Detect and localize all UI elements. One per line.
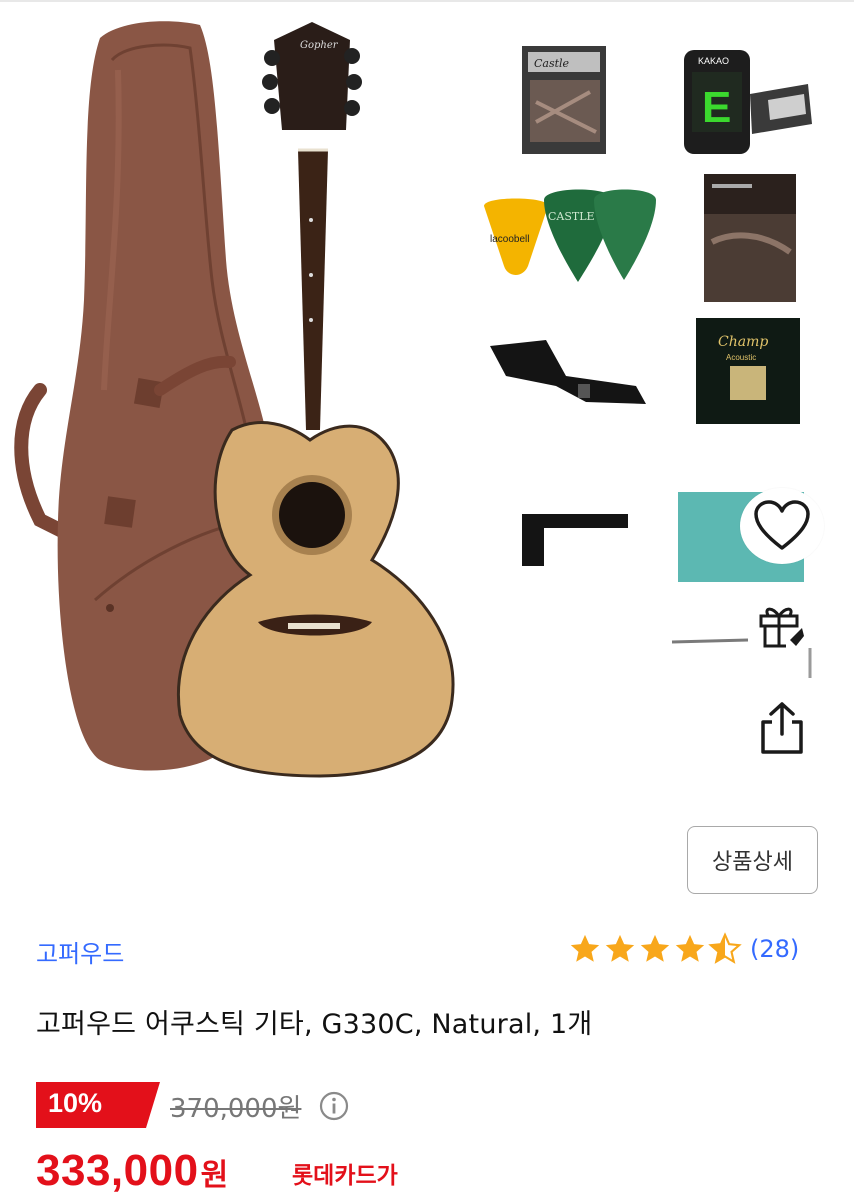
discount-rate: 10% — [48, 1088, 103, 1118]
share-icon — [761, 702, 803, 754]
strings-pack-label: Castle — [534, 57, 570, 70]
info-icon[interactable] — [318, 1090, 350, 1122]
guitar-image: Gopher — [177, 22, 455, 778]
wishlist-button[interactable] — [740, 488, 824, 564]
strings-box-image: Champ Acoustic — [696, 318, 800, 424]
gift-icon — [759, 607, 804, 648]
original-price: 370,000원 — [170, 1094, 302, 1124]
strings-box-sublabel: Acoustic — [726, 353, 756, 362]
strings-pack-image: Castle — [522, 46, 606, 154]
brand-link[interactable]: 고퍼우드 — [36, 934, 124, 969]
manual-image — [704, 174, 796, 302]
discount-badge: 10% — [36, 1082, 160, 1128]
card-price-label: 롯데카드가 — [292, 1163, 398, 1189]
star-rating — [568, 932, 742, 966]
star-icon — [640, 934, 670, 962]
strings-box-label: Champ — [718, 334, 768, 350]
star-icon — [605, 934, 635, 962]
share-button[interactable] — [746, 692, 818, 764]
pick-label: CASTLE — [548, 210, 595, 223]
product-image-area[interactable]: Gopher Castle KAKAO E lacoobell CASTLE C… — [0, 0, 854, 810]
gift-button[interactable] — [746, 596, 818, 656]
rating-summary[interactable]: (28) — [568, 932, 799, 966]
heart-icon — [754, 500, 810, 550]
tuner-display-label: E — [702, 83, 731, 132]
svg-text:Gopher: Gopher — [300, 40, 339, 51]
sale-price-unit: 원 — [200, 1158, 229, 1193]
review-count[interactable]: (28) — [750, 935, 799, 963]
star-icon — [570, 934, 600, 962]
star-icon — [675, 934, 705, 962]
sale-price-number: 333,000 — [36, 1146, 199, 1195]
string-winder-image — [522, 514, 628, 566]
sale-price: 333,000 원 — [36, 1146, 228, 1196]
clip-tuner-image: KAKAO E — [684, 50, 812, 154]
picks-image: lacoobell CASTLE — [484, 189, 656, 282]
tuner-brand-label: KAKAO — [698, 56, 729, 66]
product-title: 고퍼우드 어쿠스틱 기타, G330C, Natural, 1개 — [36, 1009, 593, 1040]
strap-image — [490, 340, 646, 404]
pick-holder-label: lacoobell — [490, 234, 529, 245]
product-detail-button[interactable]: 상품상세 — [687, 826, 818, 894]
half-star-icon — [708, 932, 742, 964]
